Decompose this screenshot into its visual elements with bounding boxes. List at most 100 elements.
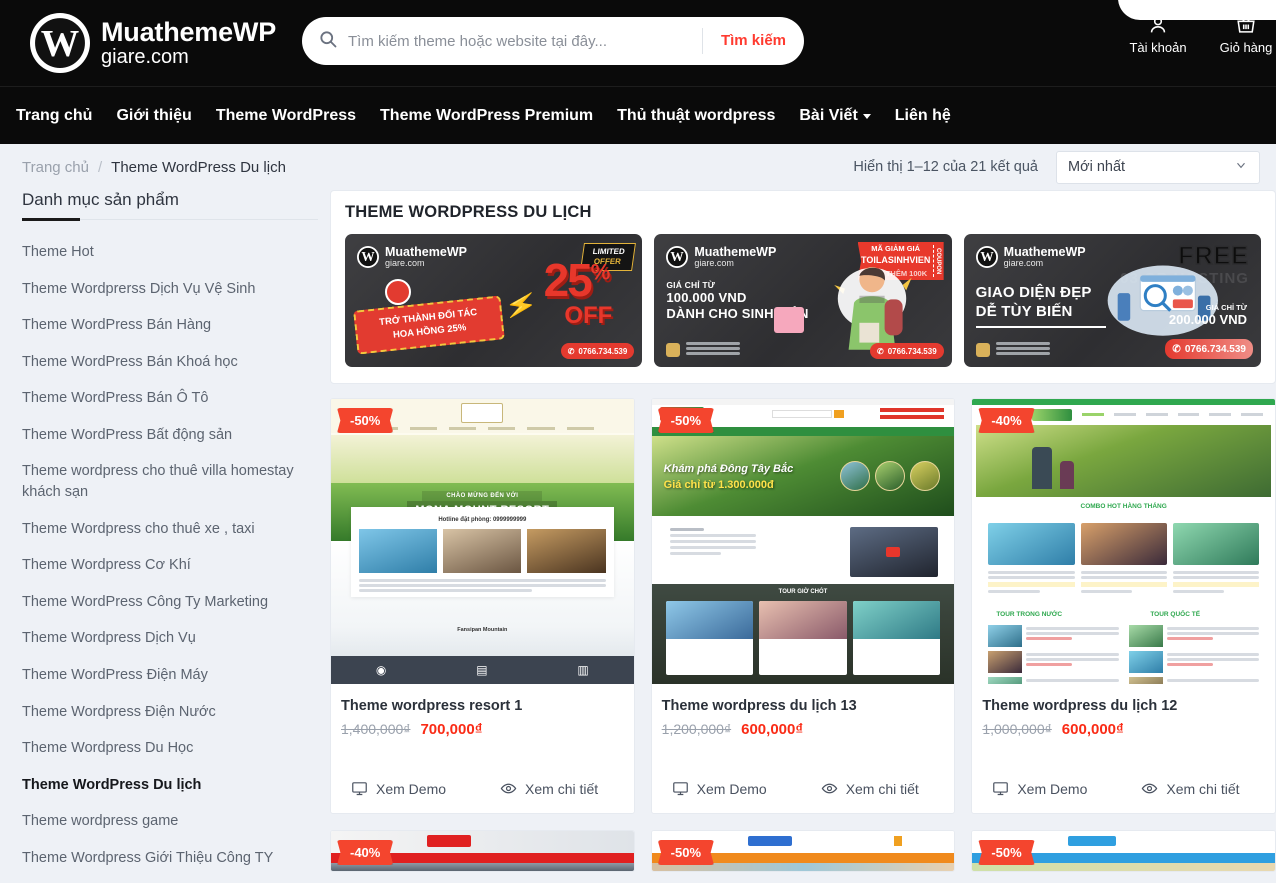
search-button[interactable]: Tìm kiếm [701, 28, 804, 54]
bed-icon: ▤ [476, 663, 488, 677]
sidebar-item-dien-nuoc[interactable]: Theme Wordpress Điện Nước [22, 694, 318, 731]
nav-item-thu-thuat-wordpress[interactable]: Thủ thuật wordpress [617, 107, 775, 125]
promo-banner-25-off[interactable]: W MuathemeWP giare.com LIMITED OFFER TRỞ… [345, 234, 643, 367]
nav-item-gioi-thieu[interactable]: Giới thiệu [116, 107, 191, 125]
product-thumbnail[interactable]: -40% [331, 831, 634, 871]
preview-hero-sub: CHÀO MỪNG ĐẾN VỚI [422, 491, 543, 501]
product-title[interactable]: Theme wordpress du lịch 13 [662, 698, 945, 714]
support-avatar-icon [975, 342, 990, 357]
student-illustration [833, 267, 912, 350]
product-thumbnail[interactable]: -50% [651, 831, 955, 871]
building-icon: ▥ [577, 663, 589, 677]
banner-brand-1: MuathemeWP [385, 245, 467, 260]
promo-banner-free-hosting[interactable]: W MuathemeWP giare.com GIAO DIỆN ĐẸP DỄ … [963, 234, 1261, 367]
product-card[interactable]: -50% Khám phá Đông Tây Bắc Giá chỉ từ 1.… [650, 398, 956, 814]
view-detail-label: Xem chi tiết [1166, 780, 1240, 797]
sidebar-item-ban-khoa-hoc[interactable]: Theme WordPress Bán Khoá học [22, 344, 318, 381]
sidebar-item-dich-vu-ve-sinh[interactable]: Theme Wordprerss Dịch Vụ Vệ Sinh [22, 271, 318, 308]
sidebar-item-villa-homestay[interactable]: Theme wordpress cho thuê villa homestay … [22, 453, 318, 510]
product-thumbnail[interactable]: -40% [972, 399, 1275, 684]
phone-number: 0766.734.539 [887, 346, 937, 356]
wordpress-icon: W [666, 246, 689, 268]
nav-item-trang-chu[interactable]: Trang chủ [16, 107, 92, 125]
preview-section-label: TOUR GIỜ CHÓT [778, 589, 828, 595]
product-title[interactable]: Theme wordpress du lịch 12 [982, 698, 1265, 714]
sidebar-item-du-lich[interactable]: Theme WordPress Du lịch [22, 767, 318, 804]
svg-text:W: W [361, 249, 375, 264]
nav-item-theme-wordpress[interactable]: Theme WordPress [216, 107, 356, 125]
search-bar[interactable]: Tìm kiếm [302, 17, 804, 65]
view-demo-button[interactable]: Xem Demo [992, 780, 1087, 797]
product-thumbnail[interactable]: -50% Khám phá Đông Tây Bắc Giá chỉ từ 1.… [651, 399, 955, 684]
product-prices: 1,400,000₫ 700,000₫ [341, 721, 624, 738]
nav-label: Theme WordPress Premium [380, 106, 594, 124]
phone-icon: ✆ [1172, 343, 1181, 355]
site-logo[interactable]: W MuathemeWP giare.com [30, 13, 276, 73]
product-old-price: 1,200,000₫ [661, 721, 732, 737]
sidebar-item-dien-may[interactable]: Theme WordPress Điện Máy [22, 657, 318, 694]
view-demo-button[interactable]: Xem Demo [672, 780, 767, 797]
sidebar-item-ban-hang[interactable]: Theme WordPress Bán Hàng [22, 307, 318, 344]
main-nav: Trang chủ Giới thiệu Theme WordPress The… [0, 86, 1276, 144]
sidebar-item-bat-dong-san[interactable]: Theme WordPress Bất động sản [22, 417, 318, 454]
sidebar-item-ban-o-to[interactable]: Theme WordPress Bán Ô Tô [22, 380, 318, 417]
theme-preview-tour: Khám phá Đông Tây Bắc Giá chỉ từ 1.300.0… [651, 399, 955, 684]
product-card[interactable]: -40% [330, 830, 635, 872]
sidebar-item-cong-ty-marketing[interactable]: Theme WordPress Công Ty Marketing [22, 584, 318, 621]
sidebar-title: Danh mục sản phẩm [22, 190, 318, 221]
toolbar: Hiển thị 1–12 của 21 kết quả Mới nhất [853, 150, 1260, 184]
view-detail-button[interactable]: Xem chi tiết [1141, 780, 1240, 797]
sidebar-item-du-hoc[interactable]: Theme Wordpress Du Học [22, 730, 318, 767]
breadcrumb-home[interactable]: Trang chủ [22, 159, 89, 176]
discount-badge: -50% [657, 408, 715, 433]
sidebar-item-co-khi[interactable]: Theme Wordpress Cơ Khí [22, 547, 318, 584]
sort-select[interactable]: Mới nhất [1056, 150, 1260, 184]
phone-icon: ✆ [567, 346, 575, 356]
product-card[interactable]: -50% [650, 830, 956, 872]
view-detail-button[interactable]: Xem chi tiết [500, 780, 598, 797]
monitor-icon [993, 782, 1009, 796]
sidebar-item-dich-vu[interactable]: Theme Wordpress Dịch Vụ [22, 620, 318, 657]
banner-logo: W MuathemeWP giare.com [975, 246, 1086, 268]
sidebar-item-game[interactable]: Theme wordpress game [22, 803, 318, 840]
cart-button[interactable]: Giỏ hàng [1216, 14, 1276, 55]
banner-brand-2: giare.com [694, 257, 734, 268]
phone-number: 0766.734.539 [1184, 343, 1246, 355]
banner-brand-2: giare.com [385, 257, 425, 268]
price-from-label: GIÁ CHỈ TỪ [1205, 303, 1247, 312]
nav-item-lien-he[interactable]: Liên hệ [895, 107, 951, 125]
page-body: Danh mục sản phẩm Theme Hot Theme Wordpr… [0, 190, 1276, 872]
svg-text:W: W [41, 23, 80, 65]
product-thumbnail[interactable]: -50% [972, 831, 1275, 871]
nav-item-theme-wordpress-premium[interactable]: Theme WordPress Premium [380, 107, 593, 125]
phone-icon: ✆ [877, 346, 884, 356]
view-detail-label: Xem chi tiết [845, 780, 919, 797]
partner-ribbon: TRỞ THÀNH ĐỐI TÁC HOA HỒNG 25% [353, 295, 505, 355]
sidebar-item-gioi-thieu-cong-ty[interactable]: Theme Wordpress Giới Thiệu Công TY [22, 840, 318, 877]
product-card[interactable]: -50% CHÀO MỪNG ĐẾN VỚI Hotline đặt phòng… [330, 398, 635, 814]
search-input[interactable] [348, 17, 702, 65]
eye-icon [821, 783, 837, 794]
product-new-price: 700,000₫ [420, 721, 483, 738]
product-card[interactable]: -50% [971, 830, 1276, 872]
product-card[interactable]: -40% [971, 398, 1276, 814]
product-thumbnail[interactable]: -50% CHÀO MỪNG ĐẾN VỚI Hotline đặt phòng… [331, 399, 634, 684]
account-button[interactable]: Tài khoản [1128, 14, 1188, 55]
sidebar-item-khach-san[interactable]: Theme WordPress Khách sạn [22, 876, 318, 883]
nav-label: Trang chủ [16, 106, 93, 124]
product-actions: Xem Demo Xem chi tiết [662, 780, 945, 797]
account-label: Tài khoản [1129, 40, 1187, 55]
view-demo-label: Xem Demo [696, 780, 767, 797]
sidebar-item-cho-thue-xe-taxi[interactable]: Theme Wordpress cho thuê xe , taxi [22, 511, 318, 548]
view-detail-button[interactable]: Xem chi tiết [821, 780, 919, 797]
product-title[interactable]: Theme wordpress resort 1 [341, 698, 624, 714]
nav-item-bai-viet[interactable]: Bài Viết [799, 107, 871, 125]
svg-text:W: W [671, 249, 685, 264]
sidebar: Danh mục sản phẩm Theme Hot Theme Wordpr… [22, 190, 318, 868]
sidebar-item-theme-hot[interactable]: Theme Hot [22, 234, 318, 271]
theme-preview-resort: CHÀO MỪNG ĐẾN VỚI MONA MOUNT RESORT Hotl… [331, 399, 634, 684]
brand-line-1: MuathemeWP [101, 17, 277, 48]
monitor-icon [352, 782, 367, 796]
view-demo-button[interactable]: Xem Demo [351, 780, 446, 797]
promo-banner-student[interactable]: W MuathemeWP giare.com GIÁ CHỈ TỪ 100.00… [654, 234, 952, 367]
